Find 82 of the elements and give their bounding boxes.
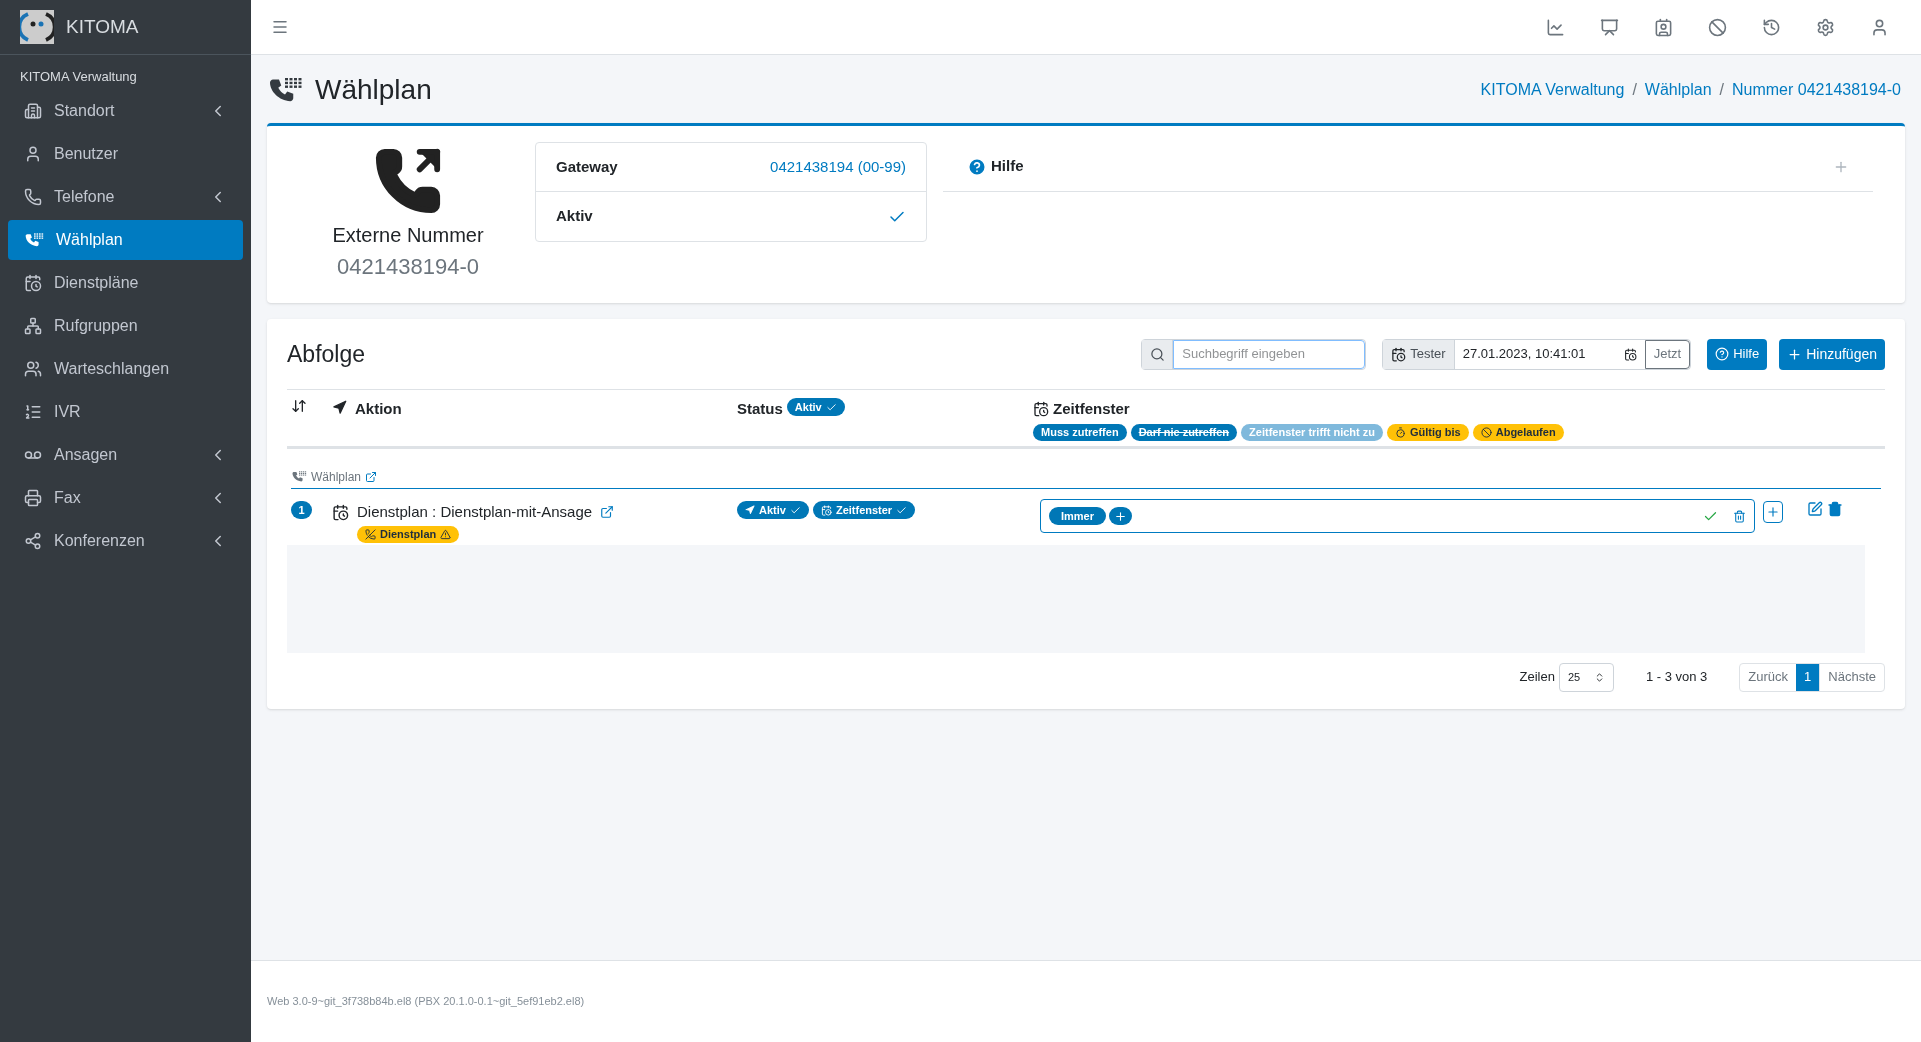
status-badge: Aktiv bbox=[786, 398, 845, 416]
help-icon bbox=[1715, 347, 1730, 361]
add-button[interactable]: Hinzufügen bbox=[1779, 338, 1885, 370]
status-badge: Zeitfenster bbox=[812, 501, 916, 519]
next-button[interactable]: Nächste bbox=[1819, 663, 1884, 691]
contact-icon[interactable] bbox=[1654, 17, 1673, 37]
add-window-button[interactable] bbox=[1109, 507, 1133, 525]
version-info: Web 3.0-9~git_3f738b84b.el8 (PBX 20.1.0-0.1~git_5ef91eb2.el8) bbox=[267, 994, 585, 1010]
legend-badge: Gültig bis bbox=[1387, 423, 1469, 441]
help-panel[interactable]: Hilfe bbox=[943, 142, 1873, 192]
chart-icon[interactable] bbox=[1546, 17, 1565, 37]
dialplan-icon bbox=[24, 230, 44, 249]
sidebar-item[interactable]: Dienstpläne bbox=[8, 262, 243, 303]
history-icon[interactable] bbox=[1762, 17, 1781, 37]
sidebar-item[interactable]: Rufgruppen bbox=[8, 305, 243, 346]
navigation-icon bbox=[332, 400, 347, 415]
field-label: Gateway bbox=[556, 156, 618, 177]
column-header: Aktion bbox=[355, 399, 402, 419]
add-button[interactable] bbox=[1763, 501, 1783, 523]
column-header: Status bbox=[737, 399, 783, 419]
breadcrumb-link[interactable]: Nummer 0421438194-0 bbox=[1732, 78, 1901, 102]
sidebar-item[interactable]: Konferenzen bbox=[8, 520, 243, 561]
search-field[interactable]: Suchbegriff eingeben bbox=[1141, 338, 1367, 370]
number-type: Externe Nummer bbox=[332, 223, 484, 248]
help-title: Hilfe bbox=[991, 156, 1025, 177]
column-header: Zeitfenster bbox=[1053, 399, 1130, 419]
legend-badge: Darf nie zutreffen bbox=[1130, 423, 1238, 441]
menu-button[interactable] bbox=[271, 18, 289, 36]
plus-icon bbox=[1766, 505, 1780, 519]
breadcrumb-separator: / bbox=[1632, 80, 1637, 100]
status-badge: Aktiv bbox=[737, 501, 809, 519]
legend-badge: Zeitfenster trifft nicht zu bbox=[1241, 423, 1383, 441]
page-title: Wählplan bbox=[315, 73, 433, 107]
sidebar-item[interactable]: IVR bbox=[8, 391, 243, 432]
legend-badge: Abgelaufen bbox=[1472, 423, 1564, 441]
field-label: Aktiv bbox=[556, 206, 593, 227]
external-link-icon[interactable] bbox=[365, 470, 378, 483]
sidebar-item[interactable]: Warteschlangen bbox=[8, 348, 243, 389]
brand-name: KITOMA bbox=[66, 14, 139, 39]
external-link-icon[interactable] bbox=[600, 505, 615, 520]
page-button[interactable]: 1 bbox=[1796, 663, 1820, 691]
help-icon bbox=[967, 156, 987, 177]
external-number: 0421438194-0 bbox=[337, 253, 479, 281]
sidebar-item[interactable]: Ansagen bbox=[8, 434, 243, 475]
prev-button[interactable]: Zurück bbox=[1740, 663, 1797, 691]
search-icon bbox=[1149, 346, 1165, 362]
page-size-select[interactable]: 25 bbox=[1558, 662, 1614, 692]
calendar-icon bbox=[1033, 401, 1049, 418]
sidebar-item[interactable]: Benutzer bbox=[8, 133, 243, 174]
edit-button[interactable] bbox=[1807, 501, 1823, 517]
ban-icon[interactable] bbox=[1708, 17, 1727, 37]
presentation-icon[interactable] bbox=[1600, 17, 1619, 37]
legend-badge: Muss zutreffen bbox=[1033, 423, 1127, 441]
dialplan-icon bbox=[291, 470, 307, 483]
action-name: Dienstplan : Dienstplan-mit-Ansage bbox=[357, 502, 593, 522]
sidebar-item[interactable]: Telefone bbox=[8, 176, 243, 217]
delete-button[interactable] bbox=[1827, 501, 1843, 517]
breadcrumb-link[interactable]: KITOMA Verwaltung bbox=[1480, 78, 1625, 102]
user-icon[interactable] bbox=[1870, 17, 1889, 37]
delete-button[interactable] bbox=[1733, 509, 1746, 523]
plus-icon bbox=[1787, 346, 1803, 362]
breadcrumb-link[interactable]: Wählplan bbox=[1644, 78, 1712, 102]
plus-icon bbox=[1114, 509, 1128, 523]
row-number: 1 bbox=[291, 501, 312, 519]
help-button[interactable]: Hilfe bbox=[1707, 338, 1768, 370]
calendar-icon bbox=[332, 503, 349, 521]
sidebar-section: KITOMA Verwaltung bbox=[0, 55, 251, 91]
sidebar-item[interactable]: Standort bbox=[8, 90, 243, 131]
rows-label: Zeilen bbox=[1519, 668, 1555, 687]
range-label: 1 - 3 von 3 bbox=[1645, 668, 1708, 687]
sidebar-item[interactable]: Wählplan bbox=[8, 219, 243, 260]
settings-icon[interactable] bbox=[1816, 17, 1835, 37]
sidebar-item[interactable]: Fax bbox=[8, 477, 243, 518]
logo-icon bbox=[20, 10, 54, 44]
time-window-badge[interactable]: Immer bbox=[1049, 507, 1107, 525]
warning-badge: Dienstplan bbox=[357, 525, 460, 543]
outgoing-call-icon bbox=[373, 146, 443, 216]
gateway-link[interactable]: 0421438194 (00-99) bbox=[770, 155, 906, 179]
sort-icon bbox=[291, 398, 307, 414]
breadcrumb-separator: / bbox=[1719, 80, 1724, 100]
group-label: Wählplan bbox=[311, 468, 362, 486]
section-title: Abfolge bbox=[287, 339, 366, 369]
